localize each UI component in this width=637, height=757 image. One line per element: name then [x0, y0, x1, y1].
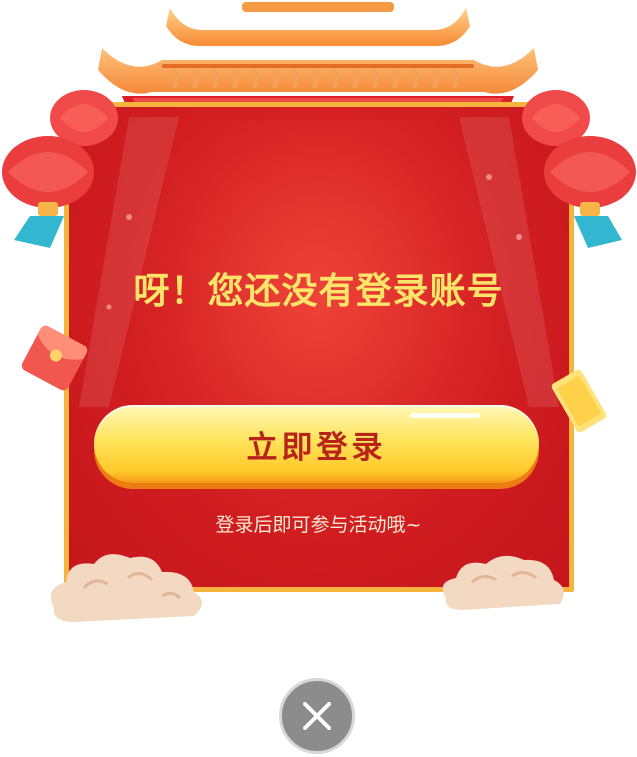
button-shine [410, 413, 480, 418]
red-envelope-icon [21, 325, 88, 391]
dialog-title: 呀！您还没有登录账号 [133, 271, 504, 312]
dialog-subtitle: 登录后即可参与活动哦~ [215, 514, 422, 536]
lantern-icon [522, 90, 636, 248]
lantern-icon [2, 90, 118, 248]
cloud-decoration [50, 554, 202, 622]
close-button[interactable] [279, 678, 355, 754]
close-icon [303, 702, 331, 730]
cloud-decoration [442, 555, 564, 610]
ticket-icon [551, 369, 607, 433]
